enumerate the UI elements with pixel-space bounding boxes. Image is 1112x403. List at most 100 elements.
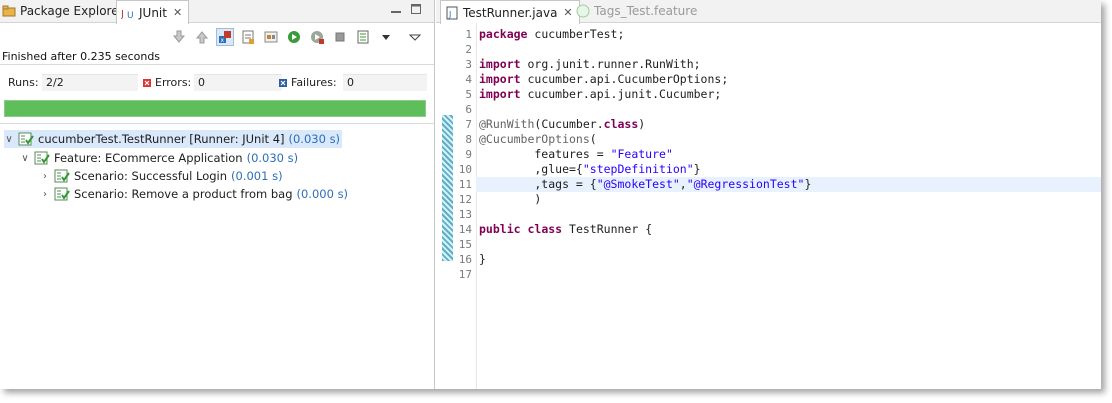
history-dropdown-icon[interactable] [377,28,395,46]
maximize-icon[interactable] [410,3,422,15]
collapse-chevron-icon[interactable]: ∨ [4,134,14,145]
failures-value: 0 [343,74,427,91]
tree-item-feature-time: (0.030 s) [246,151,299,165]
svg-text:J: J [121,9,124,20]
code-token: (Cucumber. [534,117,604,131]
next-failure-icon[interactable] [170,28,188,46]
tab-tags-feature[interactable]: Tags_Test.feature [576,0,697,22]
svg-text:x: x [221,37,225,44]
minimize-icon[interactable] [390,3,402,15]
line-number: 13 [458,208,472,221]
line-number: 17 [458,268,472,281]
tree-item-scenario-login[interactable]: › Scenario: Successful Login (0.001 s) [40,167,283,185]
close-icon[interactable]: ✕ [563,6,572,19]
code-editor[interactable]: 1 2 3 4 5 6 7 8 9 10 11 12 13 14 15 16 17 package cucumb… [436,23,1101,389]
code-line: features = "Feature" [479,147,673,162]
tree-item-scenario-remove-time: (0.000 s) [296,187,349,201]
code-token: } [804,177,812,191]
tab-testrunner-java-label: TestRunner.java [463,5,558,20]
tree-item-scenario-login-label: Scenario: Successful Login [74,169,228,183]
expand-chevron-icon[interactable]: › [40,171,50,182]
tree-item-scenario-remove-label: Scenario: Remove a product from bag [74,187,293,201]
tab-testrunner-java[interactable]: J TestRunner.java ✕ [440,0,580,24]
error-icon [143,78,151,87]
editor-tabbar: J TestRunner.java ✕ Tags_Test.feature [436,0,1101,24]
rerun-failures-first-icon[interactable] [308,28,326,46]
finished-status: Finished after 0.235 seconds [2,50,161,63]
tab-junit[interactable]: JU JUnit ✕ [116,0,190,24]
view-menu-icon[interactable] [406,28,424,46]
code-token: org.junit.runner.RunWith; [520,57,701,71]
code-token: } [693,162,701,176]
junit-view: Package Explorer JU JUnit ✕ x Finished a… [0,0,435,389]
code-token: cucumber.api.junit.Cucumber; [520,87,722,101]
code-token: package [479,27,528,41]
line-number: 11 [458,178,472,191]
code-token: features = [479,147,611,161]
scroll-lock-icon[interactable] [239,28,257,46]
errors-value: 0 [194,74,282,91]
tree-item-scenario-login-time: (0.001 s) [231,169,283,183]
code-token: class [603,117,639,131]
code-line: @CucumberOptions( [479,132,597,147]
code-token: ( [589,132,597,146]
eclipse-window: Package Explorer JU JUnit ✕ x Finished a… [0,0,1101,389]
line-number-ruler: 1 2 3 4 5 6 7 8 9 10 11 12 13 14 15 16 17 [454,23,477,389]
line-number: 4 [465,73,472,86]
test-suite-ok-icon [34,150,50,166]
tab-package-explorer-label: Package Explorer [20,4,124,18]
test-progress-bar [4,100,426,117]
svg-text:U: U [127,11,134,20]
show-skipped-tests-icon[interactable] [262,28,280,46]
junit-icon: JU [121,6,135,20]
line-number: 5 [465,88,472,101]
line-number: 8 [465,133,472,146]
failures-counter: Failures: [279,76,337,89]
line-number: 9 [465,148,472,161]
code-token: "@SmokeTest" [596,177,680,191]
tab-package-explorer[interactable]: Package Explorer [2,0,124,22]
show-failures-only-icon[interactable]: x [216,28,234,46]
line-number: 2 [465,43,472,56]
line-number: 7 [465,118,472,131]
errors-counter: Errors: [143,76,191,89]
code-line: import cucumber.api.junit.Cucumber; [479,87,721,102]
stop-icon[interactable] [331,28,349,46]
code-token: "stepDefinition" [582,162,694,176]
code-token: ) [479,192,542,206]
change-marker [442,115,453,261]
code-token: cucumberTest; [527,27,625,41]
tree-item-scenario-remove[interactable]: › Scenario: Remove a product from bag (0… [40,185,348,203]
svg-text:J: J [448,10,451,19]
line-number: 3 [465,58,472,71]
code-line: @RunWith(Cucumber.class) [479,117,645,132]
tree-item-feature[interactable]: ∨ Feature: ECommerce Application (0.030 … [20,149,298,167]
code-line: package cucumberTest; [479,27,624,42]
code-token: import [479,72,521,86]
java-file-icon: J [445,6,459,20]
line-number: 16 [458,253,472,266]
collapse-chevron-icon[interactable]: ∨ [20,153,30,164]
previous-failure-icon[interactable] [193,28,211,46]
code-token: ) [638,117,646,131]
code-token: cucumber.api.CucumberOptions; [520,72,729,86]
close-icon[interactable]: ✕ [173,6,182,19]
tab-tags-feature-label: Tags_Test.feature [594,4,698,18]
code-token: @RunWith [479,117,535,131]
line-number: 10 [458,163,472,176]
test-suite-ok-icon [18,131,34,147]
tree-item-test-runner[interactable]: ∨ cucumberTest.TestRunner [Runner: JUnit… [4,130,343,148]
code-token: ,glue={ [479,162,583,176]
divider [0,123,434,124]
rerun-test-icon[interactable] [285,28,303,46]
line-number: 14 [458,223,472,236]
code-token: class [527,222,563,236]
tree-item-test-runner-time: (0.030 s) [288,132,341,146]
code-token: } [479,252,486,266]
code-token: , [679,177,687,191]
junit-toolbar: x [170,26,424,48]
test-run-history-icon[interactable] [354,28,372,46]
expand-chevron-icon[interactable]: › [40,189,50,200]
divider [0,64,434,65]
runs-value: 2/2 [42,74,138,91]
